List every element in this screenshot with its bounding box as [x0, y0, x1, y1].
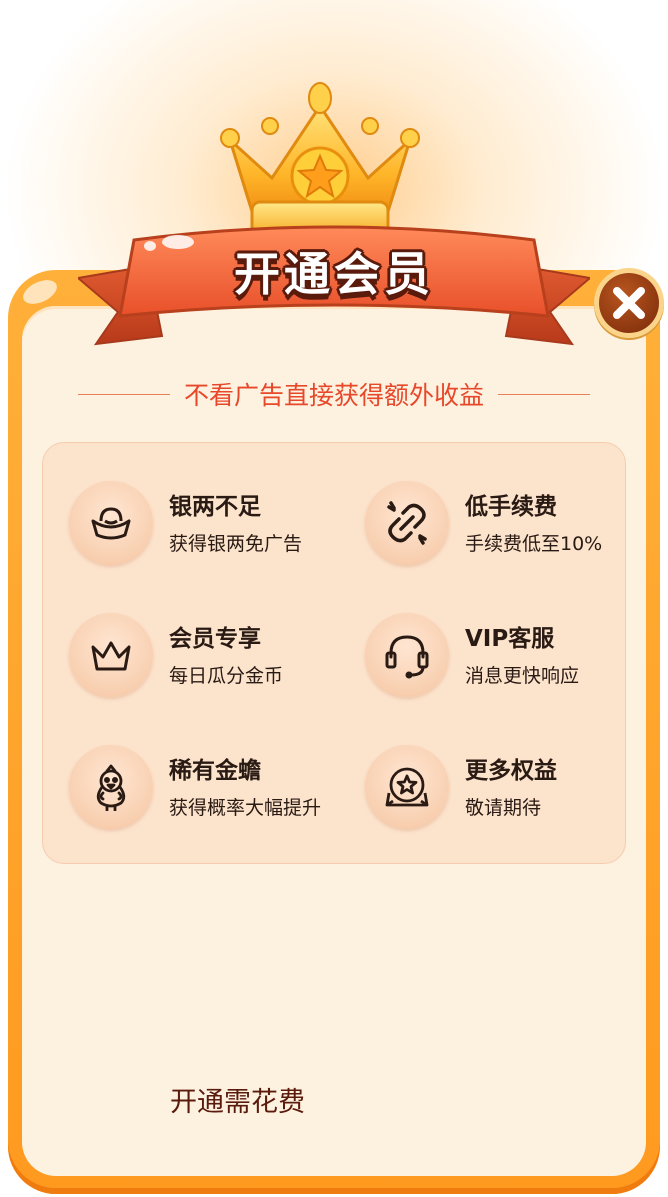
benefit-title: VIP客服	[465, 626, 555, 652]
benefit-icon-badge	[69, 745, 153, 829]
benefit-title: 低手续费	[465, 494, 557, 520]
benefit-icon-badge	[69, 481, 153, 565]
benefit-silver: 银两不足 获得银两免广告	[69, 481, 349, 571]
benefit-desc: 敬请期待	[465, 797, 542, 819]
benefit-title: 会员专享	[169, 626, 261, 652]
dialog-title: 开通会员	[234, 247, 434, 301]
close-icon	[613, 287, 645, 319]
benefit-vip-service: VIP客服 消息更快响应	[365, 613, 645, 703]
benefit-title: 稀有金蟾	[169, 758, 261, 784]
chick-icon	[96, 764, 126, 811]
benefit-title: 银两不足	[169, 494, 261, 520]
benefit-desc: 每日瓜分金币	[169, 665, 284, 687]
divider-right	[498, 393, 591, 395]
subtitle-row: 不看广告直接获得额外收益	[78, 376, 591, 412]
headset-icon	[385, 635, 429, 679]
benefit-icon-badge	[365, 481, 449, 565]
star-badge-icon	[385, 767, 429, 807]
benefit-desc: 获得概率大幅提升	[169, 797, 322, 819]
benefit-desc: 手续费低至10%	[465, 533, 603, 555]
divider-left	[78, 393, 170, 395]
benefit-icon-badge	[365, 613, 449, 697]
crown-outline-icon	[91, 641, 131, 671]
benefit-title: 更多权益	[465, 758, 557, 784]
benefit-icon-badge	[69, 613, 153, 697]
benefits-panel: 银两不足 获得银两免广告 低手续费 手续费低至10% 会员专享 每日瓜分金币 V…	[42, 442, 626, 864]
cost-label: 开通需花费	[170, 1087, 305, 1118]
broken-link-icon	[387, 501, 427, 545]
silver-ingot-icon	[91, 507, 131, 540]
benefit-rare-toad: 稀有金蟾 获得概率大幅提升	[69, 745, 349, 835]
close-button[interactable]	[594, 268, 664, 338]
benefit-icon-badge	[365, 745, 449, 829]
benefit-desc: 获得银两免广告	[169, 533, 303, 555]
benefit-desc: 消息更快响应	[465, 665, 580, 687]
benefit-member-exclusive: 会员专享 每日瓜分金币	[69, 613, 349, 703]
subtitle: 不看广告直接获得额外收益	[184, 381, 485, 410]
benefit-more: 更多权益 敬请期待	[365, 745, 645, 835]
benefit-low-fee: 低手续费 手续费低至10%	[365, 481, 645, 571]
